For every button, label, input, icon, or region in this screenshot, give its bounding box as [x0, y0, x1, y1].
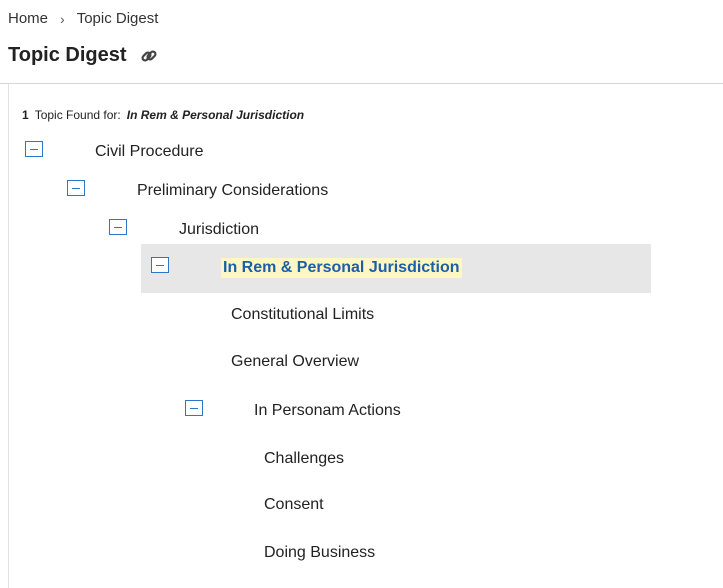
tree-node-doing-business[interactable]: Doing Business [264, 544, 375, 562]
tree-node-consent[interactable]: Consent [264, 496, 324, 514]
tree-node-jurisdiction[interactable]: Jurisdiction [179, 221, 259, 239]
collapse-toggle-in-personam[interactable] [185, 400, 203, 416]
paperclip-link-icon[interactable] [139, 46, 159, 66]
collapse-toggle-civil-procedure[interactable] [25, 141, 43, 157]
collapse-toggle-preliminary-considerations[interactable] [67, 180, 85, 196]
tree-node-general-overview[interactable]: General Overview [231, 353, 359, 371]
chevron-right-icon: › [60, 10, 65, 27]
results-query: In Rem & Personal Jurisdiction [126, 108, 305, 122]
tree-node-constitutional-limits[interactable]: Constitutional Limits [231, 306, 374, 324]
breadcrumb-home-link[interactable]: Home [8, 10, 48, 27]
breadcrumb-current: Topic Digest [76, 10, 159, 27]
results-summary: 1 Topic Found for: In Rem & Personal Juris… [22, 108, 304, 122]
tree-node-challenges[interactable]: Challenges [264, 450, 344, 468]
page-title: Topic Digest [8, 44, 127, 66]
collapse-toggle-in-rem[interactable] [151, 257, 169, 273]
tree-node-preliminary-considerations[interactable]: Preliminary Considerations [137, 182, 328, 200]
tree-node-in-personam-actions[interactable]: In Personam Actions [254, 402, 401, 420]
collapse-toggle-jurisdiction[interactable] [109, 219, 127, 235]
results-count: 1 [22, 108, 29, 122]
title-row: Topic Digest [8, 44, 159, 67]
results-label: Topic Found for: [34, 108, 121, 122]
tree-node-in-rem-personal-jurisdiction[interactable]: In Rem & Personal Jurisdiction [221, 258, 462, 278]
breadcrumb: Home › Topic Digest [8, 10, 158, 27]
tree-node-civil-procedure[interactable]: Civil Procedure [95, 143, 203, 161]
